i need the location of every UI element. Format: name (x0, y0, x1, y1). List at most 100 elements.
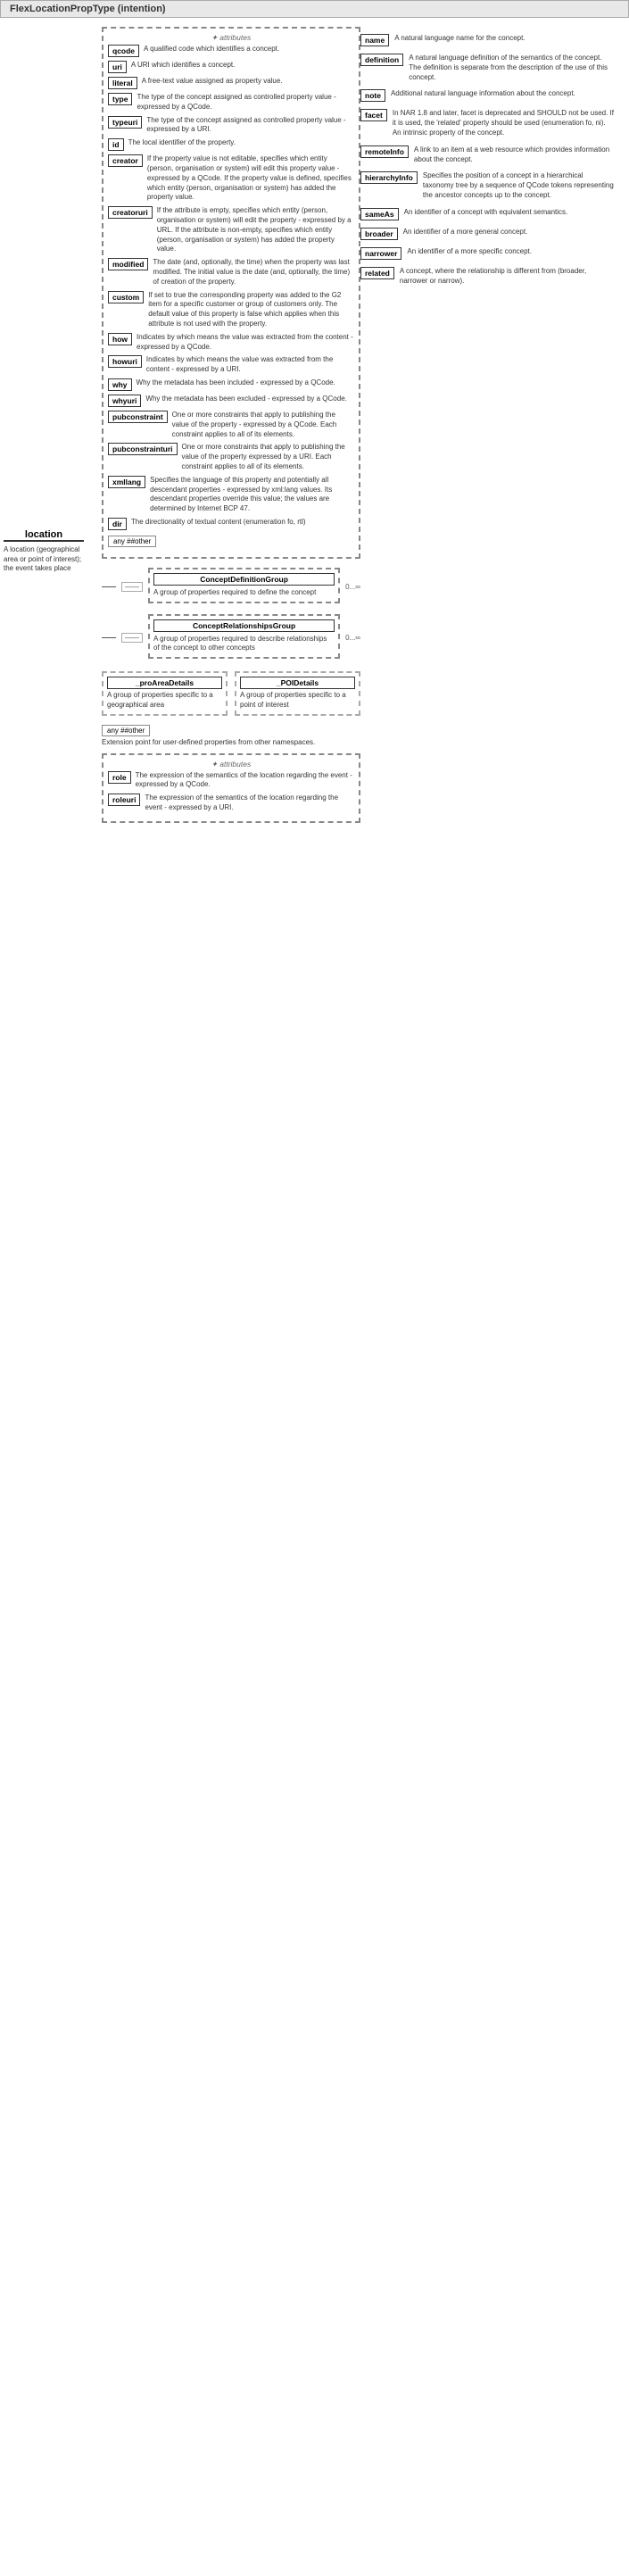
field-broader-row: broader An identifier of a more general … (360, 228, 615, 240)
location-description: A location (geographical area or point o… (4, 545, 84, 574)
proarea-details: _proAreaDetails A group of properties sp… (102, 671, 228, 716)
attr-dir-desc: The directionality of textual content (e… (131, 518, 306, 528)
attr-pubconstraint-badge: pubconstraint (108, 411, 168, 423)
diagram-area: location A location (geographical area o… (0, 23, 629, 830)
attr-dir: dir The directionality of textual conten… (108, 518, 354, 530)
field-sameas-desc: An identifier of a concept with equivale… (404, 208, 568, 218)
attr-how: how Indicates by which means the value w… (108, 333, 354, 353)
attr-why-desc: Why the metadata has been included - exp… (137, 378, 335, 388)
attr-custom-badge: custom (108, 291, 144, 303)
attr-pubconstrainturi-badge: pubconstrainturi (108, 443, 178, 455)
field-name-badge: name (360, 34, 389, 46)
page-wrapper: FlexLocationPropType (intention) locatio… (0, 0, 629, 830)
attr-typeuri-badge: typeuri (108, 116, 142, 129)
attr-creatoruri: creatoruri If the attribute is empty, sp… (108, 206, 354, 254)
field-remoteinfo-badge: remoteInfo (360, 145, 409, 158)
poi-desc: A group of properties specific to a poin… (240, 691, 355, 710)
field-remoteinfo-row: remoteInfo A link to an item at a web re… (360, 145, 615, 165)
attr-modified: modified The date (and, optionally, the … (108, 258, 354, 287)
attr-custom-desc: If set to true the corresponding propert… (148, 291, 354, 329)
attr-pubconstrainturi-desc: One or more constraints that apply to pu… (182, 443, 354, 471)
attr-qcode: qcode A qualified code which identifies … (108, 45, 354, 57)
attr-literal-desc: A free-text value assigned as property v… (142, 77, 283, 87)
attr-whyuri-desc: Why the metadata has been excluded - exp… (145, 395, 346, 404)
attr-role-badge: role (108, 771, 131, 784)
attr-xmllang-desc: Specifies the language of this property … (150, 476, 354, 514)
multiplicity-rel-right: 0...∞ (345, 634, 360, 642)
field-definition-row: definition A natural language definition… (360, 54, 615, 82)
attr-roleuri-badge: roleuri (108, 794, 140, 806)
field-broader-badge: broader (360, 228, 398, 240)
attr-how-badge: how (108, 333, 132, 345)
field-facet-row: facet In NAR 1.8 and later, facet is dep… (360, 109, 615, 137)
concept-rel-group-label: ConceptRelationshipsGroup (153, 619, 335, 632)
attr-xmllang-badge: xmllang (108, 476, 145, 488)
attr-pubconstraint: pubconstraint One or more constraints th… (108, 411, 354, 439)
field-sameas-row: sameAs An identifier of a concept with e… (360, 208, 615, 220)
connector-left-rel (102, 637, 116, 638)
attr-pubconstrainturi: pubconstrainturi One or more constraints… (108, 443, 354, 471)
attr-typeuri: typeuri The type of the concept assigned… (108, 116, 354, 136)
attr-xmllang: xmllang Specifies the language of this p… (108, 476, 354, 514)
attr-qcode-desc: A qualified code which identifies a conc… (144, 45, 279, 54)
location-label: location (4, 529, 84, 542)
field-name-desc: A natural language name for the concept. (394, 34, 525, 44)
extension-any-label: any ##other (108, 536, 156, 547)
field-hierarchyinfo-badge: hierarchyInfo (360, 171, 418, 184)
field-narrower-row: narrower An identifier of a more specifi… (360, 247, 615, 260)
field-hierarchyinfo-desc: Specifies the position of a concept in a… (423, 171, 615, 200)
attr-howuri-desc: Indicates by which means the value was e… (146, 355, 354, 375)
bottom-attributes-box: ✦ attributes role The expression of the … (102, 753, 360, 823)
field-narrower-desc: An identifier of a more specific concept… (407, 247, 532, 257)
field-facet-desc: In NAR 1.8 and later, facet is deprecate… (393, 109, 615, 137)
concept-def-group-label: ConceptDefinitionGroup (153, 573, 335, 586)
right-column: name A natural language name for the con… (360, 27, 615, 827)
attributes-header: ✦ attributes (108, 33, 354, 43)
attr-id: id The local identifier of the property. (108, 138, 354, 151)
concept-def-group-row: —— ConceptDefinitionGroup A group of pro… (102, 568, 360, 607)
attr-creator-desc: If the property value is not editable, s… (147, 154, 354, 203)
attr-id-badge: id (108, 138, 124, 151)
concept-relationships-group: ConceptRelationshipsGroup A group of pro… (148, 614, 340, 660)
attr-why-badge: why (108, 378, 132, 391)
concept-definition-group: ConceptDefinitionGroup A group of proper… (148, 568, 340, 603)
concept-rel-group-desc: A group of properties required to descri… (153, 635, 335, 654)
attr-pubconstraint-desc: One or more constraints that apply to pu… (172, 411, 354, 439)
attr-id-desc: The local identifier of the property. (128, 138, 236, 148)
attr-creator-badge: creator (108, 154, 143, 167)
field-note-badge: note (360, 89, 385, 102)
attr-roleuri-desc: The expression of the semantics of the l… (145, 794, 354, 813)
attr-creatoruri-badge: creatoruri (108, 206, 153, 219)
concept-rel-group-row: —— ConceptRelationshipsGroup A group of … (102, 614, 360, 663)
attr-dir-badge: dir (108, 518, 127, 530)
extension2-label: any ##other (102, 725, 150, 736)
attr-roleuri: roleuri The expression of the semantics … (108, 794, 354, 813)
attr-creatoruri-desc: If the attribute is empty, specifies whi… (157, 206, 354, 254)
multiplicity-def-right: 0...∞ (345, 583, 360, 591)
poi-label: _POIDetails (240, 677, 355, 689)
field-narrower-badge: narrower (360, 247, 401, 260)
attr-modified-desc: The date (and, optionally, the time) whe… (153, 258, 354, 287)
field-definition-desc: A natural language definition of the sem… (409, 54, 615, 82)
center-column: ✦ attributes qcode A qualified code whic… (102, 27, 360, 827)
attr-whyuri: whyuri Why the metadata has been exclude… (108, 395, 354, 407)
multiplicity-rel: —— (121, 633, 143, 643)
attr-role: role The expression of the semantics of … (108, 771, 354, 791)
extension2-desc: Extension point for user-defined propert… (102, 738, 360, 748)
concept-def-group-desc: A group of properties required to define… (153, 588, 335, 598)
attr-howuri: howuri Indicates by which means the valu… (108, 355, 354, 375)
bottom-attributes-header: ✦ attributes (108, 760, 354, 769)
field-sameas-badge: sameAs (360, 208, 399, 220)
attr-literal: literal A free-text value assigned as pr… (108, 77, 354, 89)
attr-custom: custom If set to true the corresponding … (108, 291, 354, 329)
area-poi-row: _proAreaDetails A group of properties sp… (102, 669, 360, 718)
attributes-box: ✦ attributes qcode A qualified code whic… (102, 27, 360, 559)
attr-creator: creator If the property value is not edi… (108, 154, 354, 203)
field-definition-badge: definition (360, 54, 403, 66)
field-facet-badge: facet (360, 109, 387, 121)
field-note-row: note Additional natural language informa… (360, 89, 615, 102)
extension-any: any ##other (108, 534, 354, 549)
field-related-badge: related (360, 267, 394, 279)
field-remoteinfo-desc: A link to an item at a web resource whic… (414, 145, 615, 165)
field-hierarchyinfo-row: hierarchyInfo Specifies the position of … (360, 171, 615, 200)
